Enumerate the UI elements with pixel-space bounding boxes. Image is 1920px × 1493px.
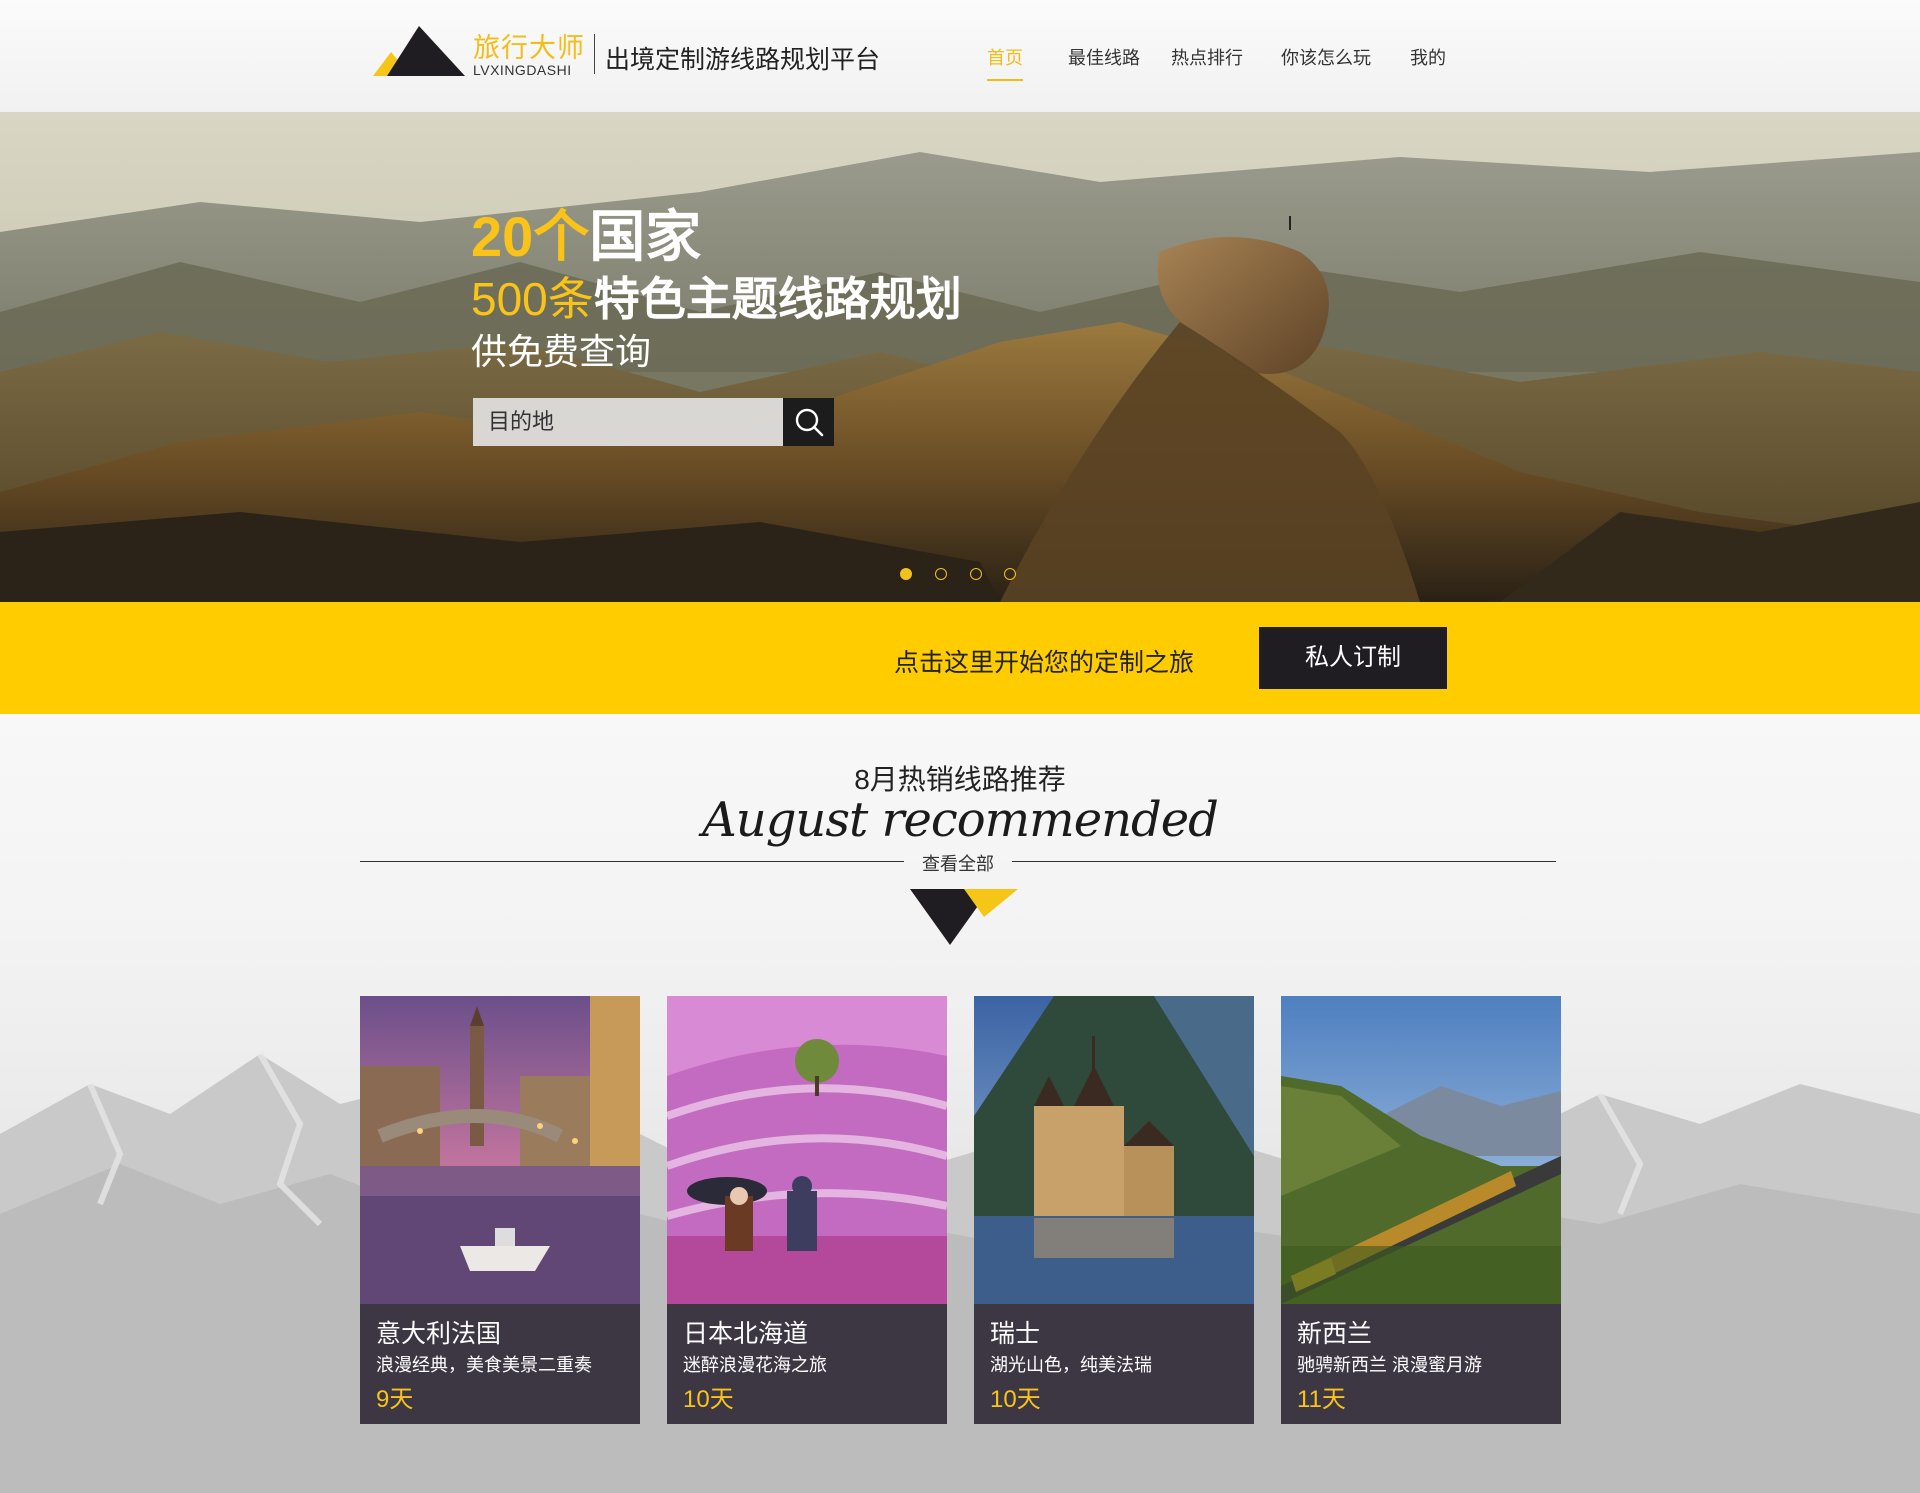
hero-headline-line3: 供免费查询 xyxy=(471,331,652,372)
nav-item-hot-ranking[interactable]: 热点排行 xyxy=(1171,44,1243,79)
italy-canal-image xyxy=(360,996,640,1304)
carousel-dot-2[interactable] xyxy=(935,568,947,580)
logo[interactable]: 旅行大师 LVXINGDASHI 出境定制游线路规划平台 xyxy=(373,24,893,82)
header: 旅行大师 LVXINGDASHI 出境定制游线路规划平台 首页 最佳线路 热点排… xyxy=(0,0,1920,113)
route-card-info: 新西兰 驰骋新西兰 浪漫蜜月游 11天 xyxy=(1281,1304,1561,1424)
country-count: 20个 xyxy=(471,205,590,268)
logo-mountain-icon xyxy=(373,26,465,76)
custom-trip-prompt: 点击这里开始您的定制之旅 xyxy=(894,649,1195,677)
august-recommend-section: 8月热销线路推荐 August recommended 查看全部 意大利法国 浪… xyxy=(0,714,1920,1493)
route-duration: 9天 xyxy=(376,1386,414,1413)
brand-slogan: 出境定制游线路规划平台 xyxy=(605,46,881,74)
route-card-info: 意大利法国 浪漫经典，美食美景二重奏 9天 xyxy=(360,1304,640,1424)
route-name: 新西兰 xyxy=(1297,1320,1373,1348)
triangle-mark-icon xyxy=(910,889,1018,945)
route-card-italy-france[interactable]: 意大利法国 浪漫经典，美食美景二重奏 9天 xyxy=(360,996,640,1424)
carousel-dots xyxy=(900,568,1030,582)
route-label: 特色主题线路规划 xyxy=(593,273,962,325)
route-card-switzerland[interactable]: 瑞士 湖光山色，纯美法瑞 10天 xyxy=(974,996,1254,1424)
route-description: 迷醉浪漫花海之旅 xyxy=(683,1355,827,1375)
route-card-hokkaido[interactable]: 日本北海道 迷醉浪漫花海之旅 10天 xyxy=(667,996,947,1424)
route-card-list: 意大利法国 浪漫经典，美食美景二重奏 9天 日本北海道 迷醉浪漫花海之旅 10天… xyxy=(360,996,1562,1424)
route-name: 意大利法国 xyxy=(376,1320,502,1348)
hero-headline-line1: 20个国家 xyxy=(471,205,962,269)
route-card-info: 日本北海道 迷醉浪漫花海之旅 10天 xyxy=(667,1304,947,1424)
custom-trip-banner: 点击这里开始您的定制之旅 私人订制 xyxy=(0,602,1920,714)
route-duration: 11天 xyxy=(1297,1386,1346,1413)
divider-left xyxy=(360,861,904,862)
route-description: 驰骋新西兰 浪漫蜜月游 xyxy=(1297,1355,1482,1375)
nav-item-best-routes[interactable]: 最佳线路 xyxy=(1068,44,1140,79)
switzerland-castle-image xyxy=(974,996,1254,1304)
hokkaido-flower-field-image xyxy=(667,996,947,1304)
search-button[interactable] xyxy=(783,398,834,446)
section-subtitle: August recommended xyxy=(702,792,1219,848)
brand-name-cn: 旅行大师 xyxy=(473,33,585,63)
private-custom-button[interactable]: 私人订制 xyxy=(1259,627,1447,689)
carousel-dot-4[interactable] xyxy=(1004,568,1016,580)
carousel-dot-1[interactable] xyxy=(900,568,912,580)
destination-search-input[interactable] xyxy=(473,398,783,446)
route-count: 500条 xyxy=(471,273,594,325)
route-name: 日本北海道 xyxy=(683,1320,809,1348)
route-duration: 10天 xyxy=(683,1386,734,1413)
route-duration: 10天 xyxy=(990,1386,1041,1413)
route-card-info: 瑞士 湖光山色，纯美法瑞 10天 xyxy=(974,1304,1254,1424)
view-all-link[interactable]: 查看全部 xyxy=(904,850,1012,876)
country-label: 国家 xyxy=(589,205,702,268)
route-card-new-zealand[interactable]: 新西兰 驰骋新西兰 浪漫蜜月游 11天 xyxy=(1281,996,1561,1424)
route-description: 浪漫经典，美食美景二重奏 xyxy=(376,1355,592,1375)
logo-divider xyxy=(594,34,595,74)
route-name: 瑞士 xyxy=(990,1320,1041,1348)
route-description: 湖光山色，纯美法瑞 xyxy=(990,1355,1152,1375)
nav-item-mine[interactable]: 我的 xyxy=(1410,44,1446,79)
destination-search xyxy=(473,398,834,446)
new-zealand-train-image xyxy=(1281,996,1561,1304)
hero-carousel: 20个国家 500条特色主题线路规划 供免费查询 xyxy=(0,112,1920,602)
divider-right xyxy=(1012,861,1556,862)
brand-name-en: LVXINGDASHI xyxy=(473,62,572,78)
carousel-dot-3[interactable] xyxy=(970,568,982,580)
nav-item-how-to-play[interactable]: 你该怎么玩 xyxy=(1281,44,1371,79)
search-icon xyxy=(795,408,824,437)
hero-headline-line2: 500条特色主题线路规划 xyxy=(471,269,962,329)
nav-item-home[interactable]: 首页 xyxy=(987,44,1023,81)
hero-headline: 20个国家 500条特色主题线路规划 供免费查询 xyxy=(471,205,962,375)
